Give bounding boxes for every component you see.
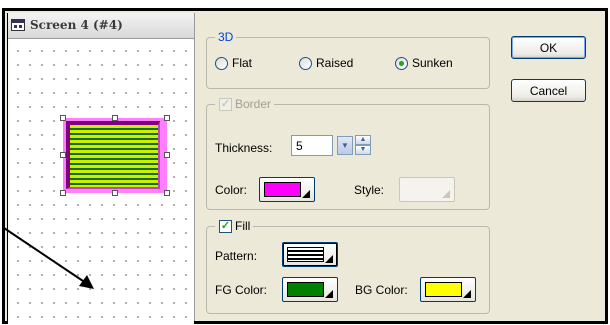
fg-color-button[interactable] <box>282 277 338 302</box>
group-fill: Fill ✓ Pattern: FG Color: BG Color: <box>206 219 490 314</box>
border-style-label: Style: <box>354 183 385 197</box>
root: Screen 4 (#4) 3D Flat Raised Sunken Bord… <box>0 0 610 325</box>
pattern-label: Pattern: <box>215 249 258 263</box>
border-style-button[interactable] <box>399 177 455 202</box>
bg-color-label: BG Color: <box>355 283 408 297</box>
radio-raised-circle <box>299 56 312 70</box>
border-checkbox[interactable]: ✓ <box>219 98 232 111</box>
radio-sunken-circle <box>395 56 408 70</box>
fill-legend-text: Fill <box>235 219 251 233</box>
radio-raised[interactable]: Raised <box>299 56 353 70</box>
properties-dialog: 3D Flat Raised Sunken Border ✓ Thickness… <box>194 13 605 321</box>
fill-checkbox[interactable]: ✓ <box>219 220 232 233</box>
radio-raised-label: Raised <box>316 56 354 70</box>
dropdown-corner-icon <box>302 190 310 198</box>
radio-sunken-label: Sunken <box>412 56 453 70</box>
bg-color-swatch <box>425 282 462 297</box>
dropdown-corner-icon <box>442 190 450 198</box>
border-color-swatch <box>264 182 301 197</box>
radio-sunken[interactable]: Sunken <box>395 56 453 70</box>
radio-flat-circle <box>215 56 228 70</box>
group-3d: 3D Flat Raised Sunken <box>206 30 490 89</box>
pattern-swatch <box>287 247 324 262</box>
cancel-button[interactable]: Cancel <box>511 79 586 102</box>
pattern-button[interactable] <box>282 242 338 267</box>
ok-button[interactable]: OK <box>511 36 586 59</box>
thickness-input[interactable]: 5 <box>291 135 333 156</box>
dropdown-corner-icon <box>325 255 333 263</box>
dropdown-corner-icon <box>463 290 471 298</box>
thickness-label: Thickness: <box>215 141 273 155</box>
radio-flat-label: Flat <box>232 56 253 70</box>
fg-color-label: FG Color: <box>215 283 268 297</box>
border-color-button[interactable] <box>259 177 315 202</box>
thickness-spin-up[interactable]: ▲ <box>355 135 371 145</box>
dropdown-corner-icon <box>325 290 333 298</box>
border-color-label: Color: <box>215 183 248 197</box>
fg-color-swatch <box>287 282 324 297</box>
thickness-dropdown-button[interactable]: ▼ <box>337 136 353 155</box>
group-border: Border ✓ Thickness: 5 ▼ ▲ ▼ Color: Style… <box>206 97 490 210</box>
bg-color-button[interactable] <box>420 277 476 302</box>
radio-flat[interactable]: Flat <box>215 56 252 70</box>
group-3d-legend: 3D <box>215 30 237 44</box>
thickness-spin-down[interactable]: ▼ <box>355 145 371 155</box>
thickness-value: 5 <box>296 139 303 153</box>
border-legend-text: Border <box>235 97 272 111</box>
